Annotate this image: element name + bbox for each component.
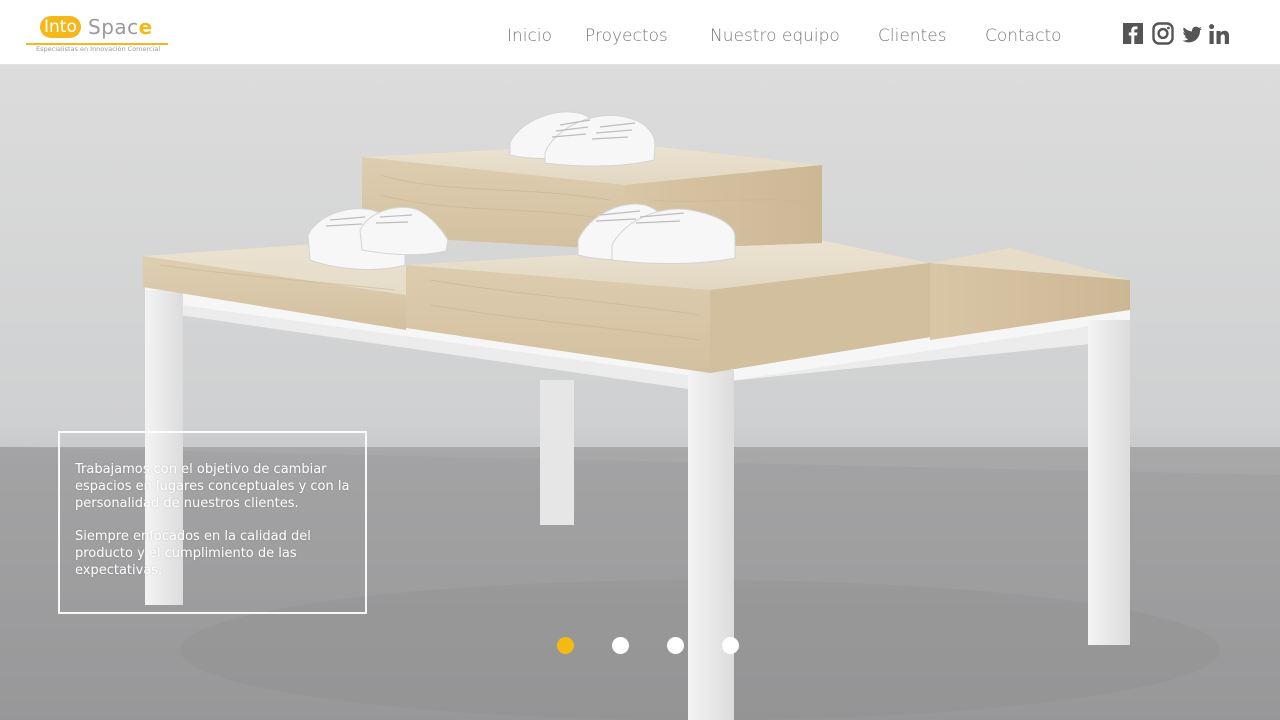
hero-paragraph-1: Trabajamos con el objetivo de cambiar es…	[75, 462, 350, 511]
nav-item-clientes[interactable]: Clientes	[878, 24, 947, 48]
twitter-icon[interactable]	[1181, 22, 1203, 46]
hero-image	[0, 65, 1280, 720]
nav-item-proyectos[interactable]: Proyectos	[585, 24, 668, 48]
hero-slider: Trabajamos con el objetivo de cambiar es…	[0, 65, 1280, 720]
nav-item-contacto[interactable]: Contacto	[985, 24, 1062, 48]
linkedin-icon[interactable]	[1208, 22, 1230, 46]
slider-dot-1[interactable]	[557, 637, 574, 654]
slider-dot-3[interactable]	[667, 637, 684, 654]
logo-tagline: Especialistas en Innovación Comercial	[36, 45, 161, 53]
nav-item-nuestro-equipo[interactable]: Nuestro equipo	[710, 24, 840, 48]
logo-into-text: Into	[40, 16, 81, 38]
nav-item-inicio[interactable]: Inicio	[507, 24, 552, 48]
slider-dot-2[interactable]	[612, 637, 629, 654]
facebook-icon[interactable]	[1122, 22, 1144, 46]
slider-dot-4[interactable]	[722, 637, 739, 654]
logo-space-text: Space	[88, 15, 153, 39]
brand-logo[interactable]: Into Space Especialistas en Innovación C…	[26, 12, 176, 58]
site-header: Into Space Especialistas en Innovación C…	[0, 0, 1280, 65]
hero-paragraph-2: Siempre enfocados en la calidad del prod…	[75, 529, 311, 578]
hero-text-box: Trabajamos con el objetivo de cambiar es…	[58, 431, 367, 614]
instagram-icon[interactable]	[1152, 22, 1174, 46]
